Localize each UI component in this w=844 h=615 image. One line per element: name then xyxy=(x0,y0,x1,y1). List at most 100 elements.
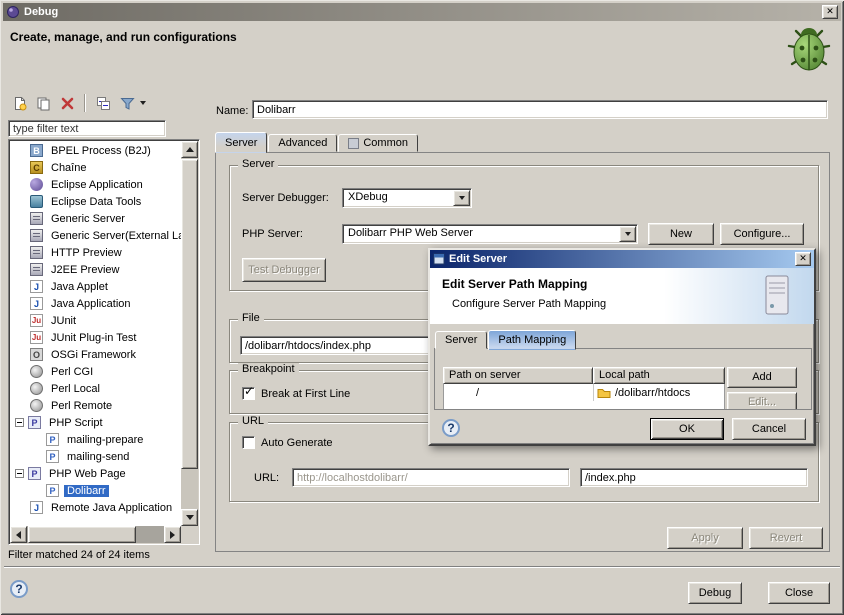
remote-java-icon xyxy=(30,501,43,514)
tree-item-remote-java-application[interactable]: Remote Java Application xyxy=(10,499,181,516)
table-body: / /dolibarr/htdocs xyxy=(443,384,725,410)
ok-button[interactable]: OK xyxy=(650,418,724,440)
tree-item-mailing-send[interactable]: mailing-send xyxy=(10,448,181,465)
horizontal-scroll-thumb[interactable] xyxy=(28,526,136,543)
help-icon[interactable] xyxy=(10,580,28,598)
edit-button[interactable]: Edit... xyxy=(727,392,797,410)
tree-item-java-application[interactable]: Java Application xyxy=(10,295,181,312)
tree-item-php-web-page[interactable]: PHP Web Page xyxy=(10,465,181,482)
duplicate-icon[interactable] xyxy=(32,92,54,114)
chevron-down-icon[interactable] xyxy=(453,190,470,206)
server-group-legend: Server xyxy=(238,158,278,170)
php-server-select[interactable]: Dolibarr PHP Web Server xyxy=(342,224,638,244)
tree-item-j2ee-preview[interactable]: J2EE Preview xyxy=(10,261,181,278)
new-configuration-icon[interactable] xyxy=(8,92,30,114)
perl-icon xyxy=(30,365,43,378)
tree-item-http-preview[interactable]: HTTP Preview xyxy=(10,244,181,261)
collapse-expander-icon[interactable] xyxy=(15,418,24,427)
window-icon xyxy=(6,5,20,19)
tree-horizontal-scrollbar[interactable] xyxy=(10,526,181,543)
filter-icon[interactable] xyxy=(116,92,138,114)
close-button[interactable]: Close xyxy=(768,582,830,604)
filter-input[interactable] xyxy=(8,120,166,137)
php-file-icon xyxy=(46,433,59,446)
tree-item-eclipse-data-tools[interactable]: Eclipse Data Tools xyxy=(10,193,181,210)
php-icon xyxy=(28,416,41,429)
java-icon xyxy=(30,280,43,293)
url-path-input[interactable] xyxy=(580,468,808,487)
debug-window: Debug Create, manage, and run configurat… xyxy=(0,0,844,615)
folder-icon xyxy=(597,387,611,398)
tab-advanced[interactable]: Advanced xyxy=(268,134,337,152)
filter-menu-arrow-icon[interactable] xyxy=(140,98,146,108)
dialog-help-icon[interactable] xyxy=(442,419,460,437)
dialog-title: Edit Server xyxy=(449,253,795,265)
dialog-banner: Edit Server Path Mapping Configure Serve… xyxy=(430,268,814,324)
chevron-down-icon[interactable] xyxy=(619,226,636,242)
column-header-local-path[interactable]: Local path xyxy=(593,367,725,384)
tree-item-perl-local[interactable]: Perl Local xyxy=(10,380,181,397)
dialog-subheading: Configure Server Path Mapping xyxy=(452,298,606,310)
url-label: URL: xyxy=(254,472,279,484)
tree-item-eclipse-application[interactable]: Eclipse Application xyxy=(10,176,181,193)
collapse-expander-icon[interactable] xyxy=(15,469,24,478)
delete-icon[interactable] xyxy=(56,92,78,114)
debug-button[interactable]: Debug xyxy=(688,582,742,604)
scroll-right-icon[interactable] xyxy=(164,526,181,543)
vertical-scroll-thumb[interactable] xyxy=(181,159,198,469)
tree-item-perl-remote[interactable]: Perl Remote xyxy=(10,397,181,414)
junit-icon xyxy=(30,314,43,327)
tree-item-junit[interactable]: JUnit xyxy=(10,312,181,329)
break-at-first-line-checkbox[interactable] xyxy=(242,387,255,400)
path-mapping-panel: Path on server Local path / /dolibarr/ht… xyxy=(434,348,812,410)
auto-generate-checkbox[interactable] xyxy=(242,436,255,449)
dialog-tab-server[interactable]: Server xyxy=(435,331,487,349)
junit-icon xyxy=(30,331,43,344)
break-at-first-line-label: Break at First Line xyxy=(261,388,350,400)
name-input[interactable] xyxy=(252,100,828,119)
new-server-button[interactable]: New xyxy=(648,223,714,245)
dialog-tabs: Server Path Mapping xyxy=(435,328,577,349)
dialog-tab-path-mapping[interactable]: Path Mapping xyxy=(488,330,576,350)
tree-item-perl-cgi[interactable]: Perl CGI xyxy=(10,363,181,380)
add-button[interactable]: Add xyxy=(727,367,797,388)
tree-item-php-script[interactable]: PHP Script xyxy=(10,414,181,431)
url-base-input xyxy=(292,468,570,487)
test-debugger-button[interactable]: Test Debugger xyxy=(242,258,326,282)
table-row[interactable]: / /dolibarr/htdocs xyxy=(444,384,724,401)
apply-button[interactable]: Apply xyxy=(667,527,743,549)
config-tree: BPEL Process (B2J) Chaîne Eclipse Applic… xyxy=(8,139,200,545)
server-icon xyxy=(30,212,43,225)
tree-item-generic-server-external[interactable]: Generic Server(External La xyxy=(10,227,181,244)
column-header-path-on-server[interactable]: Path on server xyxy=(443,367,593,384)
php-file-icon xyxy=(46,450,59,463)
dialog-close-icon[interactable] xyxy=(795,252,811,266)
dialog-heading: Edit Server Path Mapping xyxy=(442,277,587,291)
local-path-cell: /dolibarr/htdocs xyxy=(593,384,724,401)
dialog-window-icon xyxy=(433,253,445,265)
tree-item-java-applet[interactable]: Java Applet xyxy=(10,278,181,295)
tree-vertical-scrollbar[interactable] xyxy=(181,141,198,526)
tree-item-dolibarr[interactable]: Dolibarr xyxy=(10,482,181,499)
collapse-all-icon[interactable] xyxy=(92,92,114,114)
scroll-up-icon[interactable] xyxy=(181,141,198,158)
server-debugger-select[interactable]: XDebug xyxy=(342,188,472,208)
tab-common[interactable]: Common xyxy=(338,134,418,152)
scroll-left-icon[interactable] xyxy=(10,526,27,543)
revert-button[interactable]: Revert xyxy=(749,527,823,549)
url-group-legend: URL xyxy=(238,415,268,427)
tree-item-chaine[interactable]: Chaîne xyxy=(10,159,181,176)
tree-item-generic-server[interactable]: Generic Server xyxy=(10,210,181,227)
window-title: Debug xyxy=(24,6,822,18)
cancel-button[interactable]: Cancel xyxy=(732,418,806,440)
scroll-down-icon[interactable] xyxy=(181,509,198,526)
tree-rows: BPEL Process (B2J) Chaîne Eclipse Applic… xyxy=(10,142,181,526)
tree-item-osgi-framework[interactable]: OSGi Framework xyxy=(10,346,181,363)
tree-item-bpel-process[interactable]: BPEL Process (B2J) xyxy=(10,142,181,159)
tree-item-mailing-prepare[interactable]: mailing-prepare xyxy=(10,431,181,448)
configure-server-button[interactable]: Configure... xyxy=(720,223,804,245)
close-icon[interactable] xyxy=(822,5,838,19)
tree-item-junit-plugin-test[interactable]: JUnit Plug-in Test xyxy=(10,329,181,346)
tab-server[interactable]: Server xyxy=(215,132,267,153)
path-on-server-cell: / xyxy=(444,387,593,399)
